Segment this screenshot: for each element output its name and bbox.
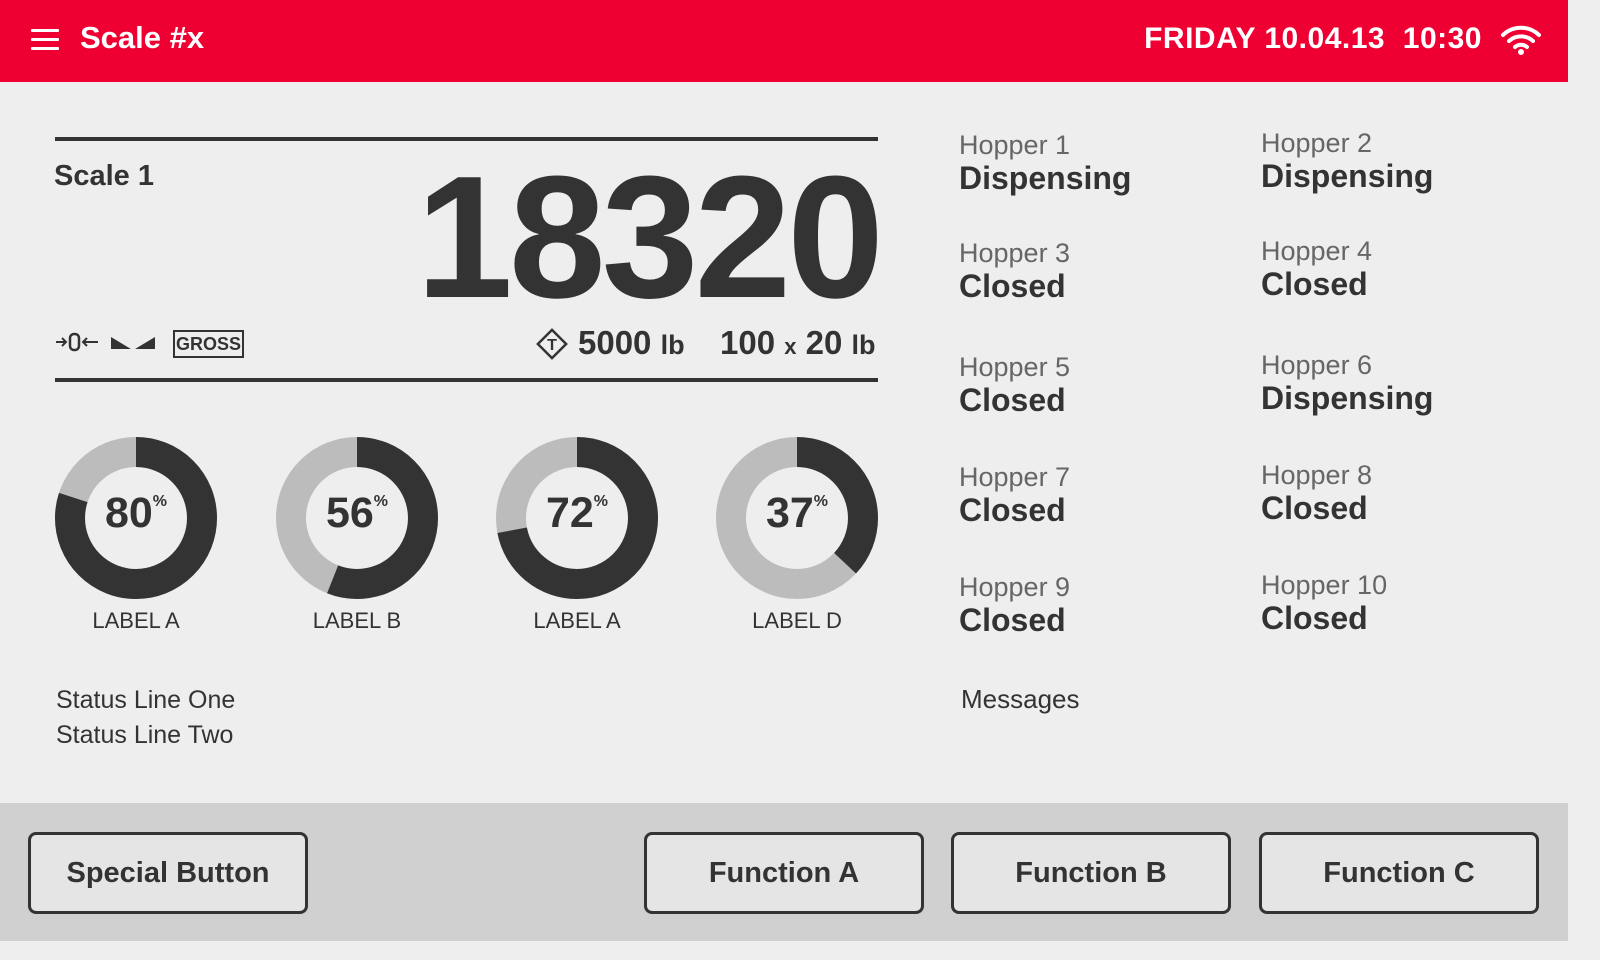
gauge-1: 80% [54, 436, 218, 600]
gauge-value: 80% [104, 489, 168, 537]
scale-bottom-rule [55, 378, 878, 382]
division-spec: 100 x 20 lb [720, 324, 876, 361]
hopper-state: Closed [959, 492, 1066, 528]
hopper-2: Hopper 2 Dispensing [1261, 128, 1434, 194]
hopper-3: Hopper 3 Closed [959, 238, 1071, 304]
top-bar: Scale #x FRIDAY 10.04.13 10:30 [0, 0, 1568, 82]
gauge-label: LABEL B [312, 608, 402, 633]
status-line-two: Status Line Two [56, 721, 234, 749]
function-c-button[interactable]: Function C [1259, 832, 1539, 914]
hopper-name: Hopper 2 [1261, 128, 1373, 158]
gauge-label: LABEL D [752, 608, 842, 633]
gauge-2: 56% [275, 436, 439, 600]
hopper-name: Hopper 4 [1261, 236, 1373, 266]
hopper-state: Closed [1261, 490, 1368, 526]
date-time: FRIDAY 10.04.13 10:30 [1144, 22, 1482, 55]
motion-icon [111, 337, 155, 349]
capacity: 5000 lb [578, 324, 685, 361]
gauge-value: 37% [765, 489, 829, 537]
function-b-button[interactable]: Function B [951, 832, 1231, 914]
hopper-8: Hopper 8 Closed [1261, 460, 1373, 526]
tare-icon: T [536, 328, 568, 360]
hopper-name: Hopper 1 [959, 130, 1071, 160]
hopper-1: Hopper 1 Dispensing [959, 130, 1132, 196]
hopper-name: Hopper 7 [959, 462, 1071, 492]
hopper-6: Hopper 6 Dispensing [1261, 350, 1434, 416]
wifi-icon [1501, 25, 1541, 55]
scale-name: Scale 1 [54, 160, 154, 192]
hopper-state: Closed [959, 268, 1066, 304]
hopper-state: Closed [959, 602, 1066, 638]
gauge-value: 72% [545, 489, 609, 537]
gauge-value: 56% [325, 489, 389, 537]
messages-label: Messages [961, 684, 1080, 714]
svg-text:T: T [547, 337, 557, 354]
hopper-name: Hopper 8 [1261, 460, 1373, 490]
gauge-label: LABEL A [92, 608, 180, 633]
gross-badge: GROSS [173, 330, 244, 358]
hopper-name: Hopper 6 [1261, 350, 1373, 380]
hopper-state: Dispensing [959, 160, 1132, 196]
hopper-state: Dispensing [1261, 380, 1434, 416]
hopper-5: Hopper 5 Closed [959, 352, 1071, 418]
weight-readout: 18320 [416, 139, 884, 334]
app-title: Scale #x [80, 20, 205, 55]
hopper-name: Hopper 5 [959, 352, 1071, 382]
center-of-zero-icon [56, 332, 98, 352]
hopper-7: Hopper 7 Closed [959, 462, 1071, 528]
hopper-state: Dispensing [1261, 158, 1434, 194]
hamburger-menu-icon[interactable] [31, 29, 59, 51]
hopper-state: Closed [1261, 266, 1368, 302]
special-button[interactable]: Special Button [28, 832, 308, 914]
gauge-label: LABEL A [533, 608, 621, 633]
hopper-4: Hopper 4 Closed [1261, 236, 1373, 302]
hopper-name: Hopper 10 [1261, 570, 1388, 600]
hopper-10: Hopper 10 Closed [1261, 570, 1388, 636]
hopper-state: Closed [959, 382, 1066, 418]
hopper-state: Closed [1261, 600, 1368, 636]
function-a-button[interactable]: Function A [644, 832, 924, 914]
gauge-3: 72% [495, 436, 659, 600]
hopper-name: Hopper 3 [959, 238, 1071, 268]
hopper-name: Hopper 9 [959, 572, 1071, 602]
status-line-one: Status Line One [56, 686, 236, 714]
gauge-4: 37% [715, 436, 879, 600]
hopper-9: Hopper 9 Closed [959, 572, 1071, 638]
